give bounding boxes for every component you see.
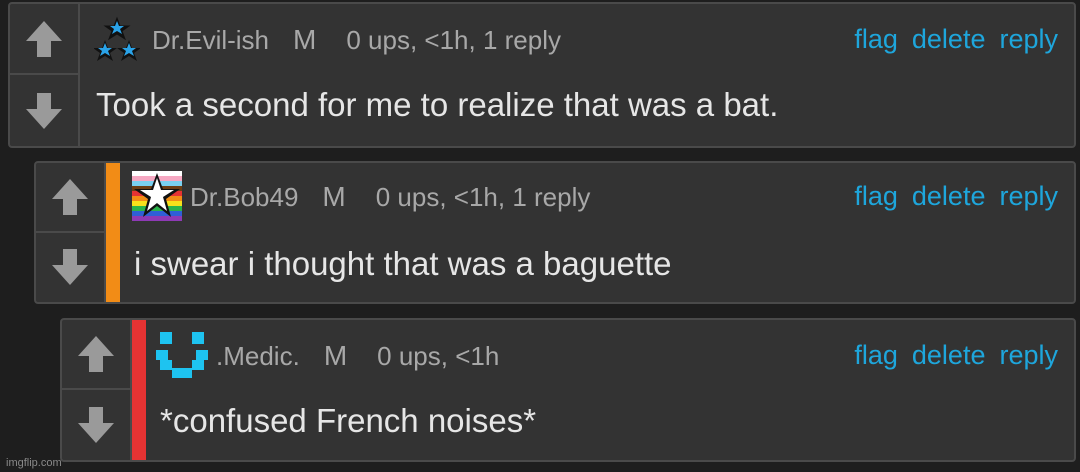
flag-link[interactable]: flag (854, 340, 898, 371)
downvote-button[interactable] (10, 75, 78, 146)
comment-3: .Medic. M 0 ups, <1h flag delete reply *… (60, 318, 1076, 462)
comment-meta: .Medic. M 0 ups, <1h (216, 340, 499, 372)
thread-depth-bar (132, 320, 146, 460)
pixel-smiley-icon (156, 332, 208, 378)
comment-body: *confused French noises* (160, 402, 537, 439)
user-avatar[interactable] (132, 171, 182, 226)
comment-meta: Dr.Evil-ish M 0 ups, <1h, 1 reply (152, 24, 561, 56)
comment-2: Dr.Bob49 M 0 ups, <1h, 1 reply flag dele… (34, 161, 1076, 304)
username-link[interactable]: Dr.Bob49 (190, 182, 298, 213)
watermark: imgflip.com (6, 457, 62, 469)
arrow-up-icon (26, 20, 62, 57)
upvote-button[interactable] (62, 320, 130, 390)
mod-mark: M (293, 24, 317, 55)
username-link[interactable]: Dr.Evil-ish (152, 25, 269, 56)
delete-link[interactable]: delete (912, 340, 986, 371)
arrow-up-icon (78, 336, 114, 372)
vote-column (36, 163, 106, 302)
comment-actions: flag delete reply (840, 181, 1058, 212)
username-link[interactable]: .Medic. (216, 341, 300, 372)
downvote-button[interactable] (62, 390, 130, 460)
flag-link[interactable]: flag (854, 181, 898, 212)
arrow-down-icon (52, 249, 88, 286)
comment-1: Dr.Evil-ish M 0 ups, <1h, 1 reply flag d… (8, 2, 1076, 148)
flag-link[interactable]: flag (854, 24, 898, 55)
rainbow-star-icon (132, 171, 182, 221)
downvote-button[interactable] (36, 233, 104, 303)
delete-link[interactable]: delete (912, 181, 986, 212)
upvote-button[interactable] (36, 163, 104, 233)
comment-body: Took a second for me to realize that was… (96, 86, 779, 123)
reply-link[interactable]: reply (999, 24, 1058, 55)
user-avatar[interactable] (154, 328, 210, 389)
comment-stats: 0 ups, <1h, 1 reply (346, 25, 561, 55)
arrow-up-icon (52, 178, 88, 215)
comment-stats: 0 ups, <1h (377, 341, 500, 371)
delete-link[interactable]: delete (912, 24, 986, 55)
comment-meta: Dr.Bob49 M 0 ups, <1h, 1 reply (190, 181, 590, 213)
mod-mark: M (323, 340, 348, 371)
reply-link[interactable]: reply (999, 181, 1058, 212)
user-avatar[interactable] (93, 16, 141, 67)
vote-column (62, 320, 132, 460)
reply-link[interactable]: reply (999, 340, 1058, 371)
thread-depth-bar (106, 163, 120, 302)
comment-actions: flag delete reply (840, 24, 1058, 55)
upvote-button[interactable] (10, 4, 78, 75)
arrow-down-icon (26, 92, 62, 129)
comment-actions: flag delete reply (840, 340, 1058, 371)
vote-column (10, 4, 80, 146)
comment-body: i swear i thought that was a baguette (134, 245, 672, 282)
arrow-down-icon (78, 407, 114, 443)
mod-mark: M (322, 181, 346, 212)
blue-stars-icon (93, 16, 141, 61)
comment-stats: 0 ups, <1h, 1 reply (375, 182, 591, 212)
